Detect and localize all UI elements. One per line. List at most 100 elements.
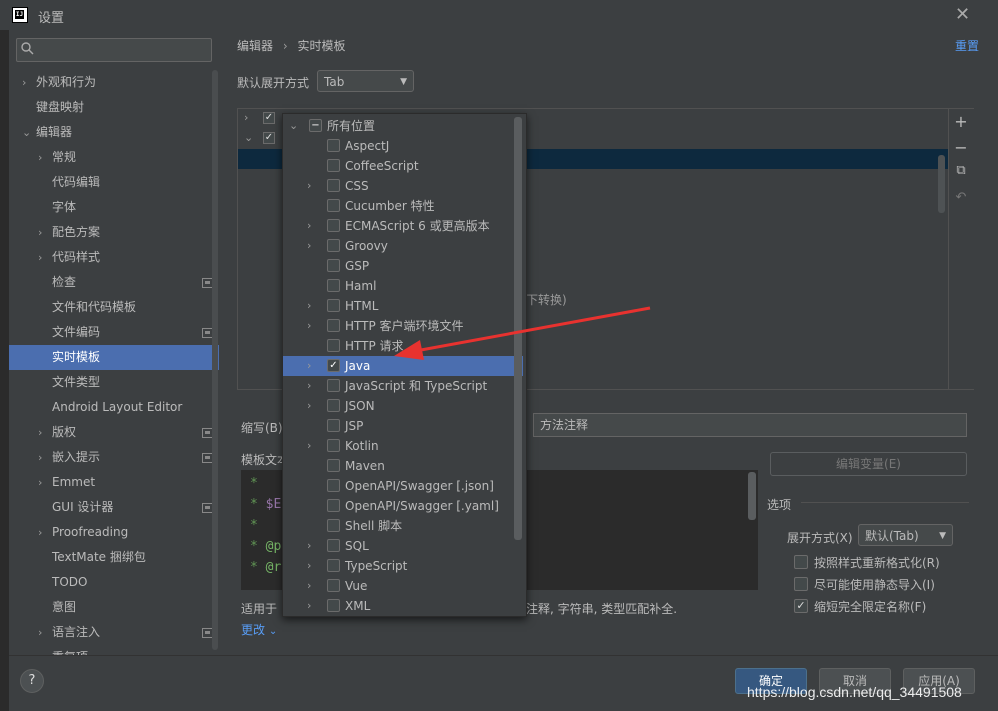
context-option[interactable]: Shell 脚本 xyxy=(283,516,523,536)
sidebar-item[interactable]: Android Layout Editor xyxy=(9,395,219,420)
context-option[interactable]: Haml xyxy=(283,276,523,296)
chevron-right-icon[interactable]: › xyxy=(307,596,311,616)
chevron-right-icon[interactable]: › xyxy=(38,445,52,470)
chevron-right-icon[interactable]: › xyxy=(38,145,52,170)
chevron-right-icon[interactable]: › xyxy=(307,236,311,256)
sidebar-scrollbar[interactable] xyxy=(212,70,218,650)
sidebar-item[interactable]: › Proofreading xyxy=(9,520,219,545)
context-checkbox[interactable] xyxy=(327,199,340,212)
context-option[interactable]: OpenAPI/Swagger [.yaml] xyxy=(283,496,523,516)
context-checkbox[interactable]: − xyxy=(309,119,322,132)
context-checkbox[interactable] xyxy=(327,179,340,192)
context-checkbox[interactable] xyxy=(327,299,340,312)
option-checkbox[interactable] xyxy=(794,555,808,569)
context-checkbox[interactable] xyxy=(327,439,340,452)
group-checkbox[interactable]: ✓ xyxy=(263,112,275,124)
context-option[interactable]: Cucumber 特性 xyxy=(283,196,523,216)
sidebar-item[interactable]: 代码编辑 xyxy=(9,170,219,195)
context-checkbox[interactable] xyxy=(327,259,340,272)
option-checkbox-label[interactable]: 尽可能使用静态导入(I) xyxy=(814,576,935,593)
context-checkbox[interactable] xyxy=(327,319,340,332)
sidebar-item[interactable]: TODO xyxy=(9,570,219,595)
chevron-right-icon[interactable]: › xyxy=(38,420,52,445)
option-checkbox-label[interactable]: 缩短完全限定名称(F) xyxy=(814,598,926,615)
chevron-right-icon[interactable]: › xyxy=(38,520,52,545)
expand-select[interactable]: Tab ▼ xyxy=(317,70,414,92)
context-checkbox[interactable] xyxy=(327,379,340,392)
sidebar-item[interactable]: › 版权 xyxy=(9,420,219,445)
sidebar-item[interactable]: 检查 xyxy=(9,270,219,295)
context-option[interactable]: › Groovy xyxy=(283,236,523,256)
sidebar-item[interactable]: GUI 设计器 xyxy=(9,495,219,520)
context-option[interactable]: › SQL xyxy=(283,536,523,556)
chevron-right-icon[interactable]: › xyxy=(307,556,311,576)
chevron-right-icon[interactable]: › xyxy=(307,296,311,316)
chevron-down-icon[interactable]: ⌄ xyxy=(22,120,36,145)
context-option[interactable]: › TypeScript xyxy=(283,556,523,576)
options-expand-select[interactable]: 默认(Tab) ▼ xyxy=(858,524,953,546)
context-option[interactable]: AspectJ xyxy=(283,136,523,156)
sidebar-item[interactable]: › 外观和行为 xyxy=(9,70,219,95)
context-checkbox[interactable] xyxy=(327,279,340,292)
context-option[interactable]: › JSON xyxy=(283,396,523,416)
chevron-right-icon[interactable]: › xyxy=(38,245,52,270)
context-checkbox[interactable] xyxy=(327,339,340,352)
context-checkbox[interactable] xyxy=(327,159,340,172)
context-checkbox[interactable] xyxy=(327,419,340,432)
chevron-right-icon[interactable]: › xyxy=(307,376,311,396)
context-checkbox[interactable]: ✓ xyxy=(327,359,340,372)
chevron-right-icon[interactable]: › xyxy=(22,70,36,95)
context-option[interactable]: GSP xyxy=(283,256,523,276)
chevron-right-icon[interactable]: › xyxy=(307,176,311,196)
add-icon[interactable]: + xyxy=(951,112,971,131)
remove-icon[interactable]: − xyxy=(951,138,971,157)
context-checkbox[interactable] xyxy=(327,239,340,252)
option-checkbox-label[interactable]: 按照样式重新格式化(R) xyxy=(814,554,940,571)
chevron-right-icon[interactable]: › xyxy=(307,216,311,236)
close-icon[interactable]: ✕ xyxy=(955,4,970,25)
chevron-right-icon[interactable]: › xyxy=(38,620,52,645)
context-checkbox[interactable] xyxy=(327,219,340,232)
sidebar-item[interactable]: › 嵌入提示 xyxy=(9,445,219,470)
context-checkbox[interactable] xyxy=(327,559,340,572)
chevron-down-icon[interactable]: ⌄ xyxy=(244,131,253,144)
sidebar-item[interactable]: › 配色方案 xyxy=(9,220,219,245)
sidebar-item[interactable]: ⌄ 编辑器 xyxy=(9,120,219,145)
context-option[interactable]: › XML xyxy=(283,596,523,616)
sidebar-item[interactable]: 键盘映射 xyxy=(9,95,219,120)
context-option[interactable]: › Kotlin xyxy=(283,436,523,456)
group-checkbox[interactable]: ✓ xyxy=(263,132,275,144)
context-checkbox[interactable] xyxy=(327,139,340,152)
context-checkbox[interactable] xyxy=(327,499,340,512)
chevron-right-icon[interactable]: › xyxy=(307,316,311,336)
context-option[interactable]: › ECMAScript 6 或更高版本 xyxy=(283,216,523,236)
sidebar-item[interactable]: 文件编码 xyxy=(9,320,219,345)
context-option[interactable]: OpenAPI/Swagger [.json] xyxy=(283,476,523,496)
sidebar-item[interactable]: 文件和代码模板 xyxy=(9,295,219,320)
context-option[interactable]: CoffeeScript xyxy=(283,156,523,176)
sidebar-item[interactable]: › 语言注入 xyxy=(9,620,219,645)
chevron-down-icon[interactable]: ⌄ xyxy=(289,116,298,136)
context-checkbox[interactable] xyxy=(327,579,340,592)
option-checkbox[interactable]: ✓ xyxy=(794,599,808,613)
sidebar-item[interactable]: 文件类型 xyxy=(9,370,219,395)
chevron-right-icon[interactable]: › xyxy=(307,436,311,456)
chevron-right-icon[interactable]: › xyxy=(38,470,52,495)
context-option[interactable]: › Vue xyxy=(283,576,523,596)
context-checkbox[interactable] xyxy=(327,479,340,492)
editor-scrollbar[interactable] xyxy=(748,472,756,520)
context-option[interactable]: ⌄ − 所有位置 xyxy=(283,116,523,136)
sidebar-item[interactable]: › 代码样式 xyxy=(9,245,219,270)
option-checkbox[interactable] xyxy=(794,577,808,591)
edit-variables-button[interactable]: 编辑变量(E) xyxy=(770,452,967,476)
context-checkbox[interactable] xyxy=(327,599,340,612)
copy-icon[interactable]: ⧉ xyxy=(951,163,971,178)
template-list-scrollbar[interactable] xyxy=(938,155,945,213)
chevron-right-icon[interactable]: › xyxy=(38,220,52,245)
context-checkbox[interactable] xyxy=(327,519,340,532)
help-button[interactable]: ? xyxy=(20,669,44,693)
context-checkbox[interactable] xyxy=(327,399,340,412)
chevron-right-icon[interactable]: › xyxy=(307,396,311,416)
breadcrumb-parent[interactable]: 编辑器 xyxy=(237,39,273,53)
context-option[interactable]: › JavaScript 和 TypeScript xyxy=(283,376,523,396)
